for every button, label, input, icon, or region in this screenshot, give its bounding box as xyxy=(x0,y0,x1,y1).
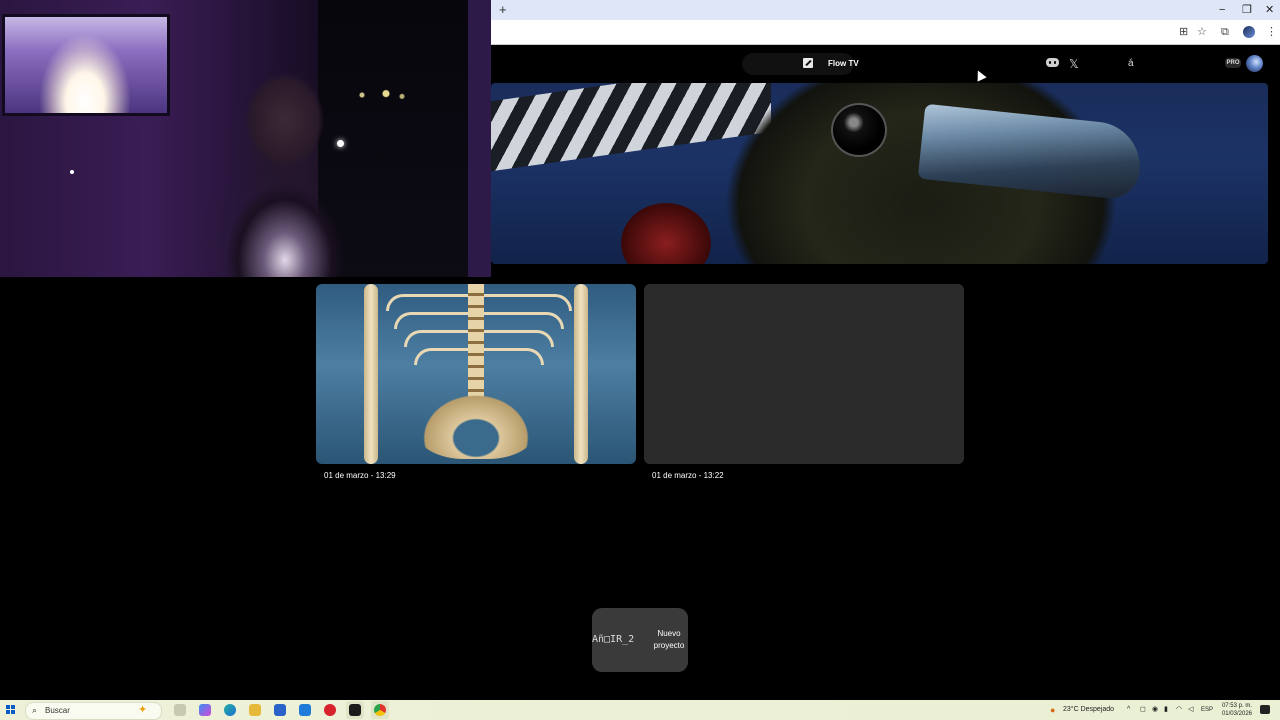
mail-icon[interactable] xyxy=(299,704,311,716)
chrome-icon[interactable] xyxy=(374,704,386,716)
app-title: Flow TV xyxy=(828,59,859,68)
tray-chevron-icon[interactable]: ^ xyxy=(1127,705,1130,715)
accent-icon[interactable]: á xyxy=(1128,57,1134,71)
clock[interactable]: 07:53 p. m. 01/03/2026 xyxy=(1218,702,1252,718)
extensions-icon[interactable]: ⧉ xyxy=(1221,25,1229,39)
hero-banner-image xyxy=(491,83,1268,264)
bookmark-star-icon[interactable]: ☆ xyxy=(1197,25,1207,39)
pro-badge: PRO xyxy=(1225,58,1241,68)
close-icon[interactable]: ✕ xyxy=(1265,3,1274,17)
file-explorer-icon[interactable] xyxy=(249,704,261,716)
project-card-thumbnail[interactable] xyxy=(644,284,964,464)
browser-tab-bar: + − ❐ ✕ xyxy=(491,0,1280,20)
battery-icon[interactable]: ▮ xyxy=(1164,705,1168,715)
notifications-icon[interactable] xyxy=(1260,705,1270,714)
weather-text[interactable]: 23°C Despejado xyxy=(1063,705,1114,715)
opera-icon[interactable] xyxy=(324,704,336,716)
x-icon[interactable]: 𝕏 xyxy=(1069,57,1079,71)
volume-icon[interactable]: ◁ xyxy=(1188,705,1193,715)
task-view-icon[interactable] xyxy=(174,704,186,716)
start-icon[interactable] xyxy=(6,705,16,715)
project-date: 01 de marzo - 13:22 xyxy=(652,471,724,480)
weather-icon: ● xyxy=(1050,705,1056,715)
obs-icon[interactable] xyxy=(349,704,361,716)
wifi-icon[interactable]: ◠ xyxy=(1176,705,1182,715)
user-avatar[interactable] xyxy=(1246,55,1263,72)
webcam-tv-fireplace xyxy=(2,14,170,116)
clock-date: 01/03/2026 xyxy=(1221,711,1252,717)
minimize-icon[interactable]: − xyxy=(1219,3,1225,17)
tray-app-icon[interactable]: ◻ xyxy=(1140,705,1146,715)
search-placeholder: Buscar xyxy=(45,706,70,715)
windows-taskbar: ⌕ Buscar ✦ ● 23°C Despejado ^ ◻ ◉ ▮ ◠ ◁ … xyxy=(0,700,1280,720)
store-icon[interactable] xyxy=(274,704,286,716)
webcam-overlay xyxy=(0,0,491,277)
copilot-icon: ✦ xyxy=(138,704,148,716)
translate-icon[interactable]: ⊞ xyxy=(1179,25,1188,39)
clock-time: 07:53 p. m. xyxy=(1221,703,1252,709)
browser-menu-icon[interactable]: ⋮ xyxy=(1266,25,1277,39)
restore-icon[interactable]: ❐ xyxy=(1242,3,1252,17)
network-icon[interactable]: ◉ xyxy=(1152,705,1158,715)
new-project-glyph: Añ□IR_2 xyxy=(592,634,635,645)
search-icon: ⌕ xyxy=(32,705,38,715)
new-project-button[interactable]: Añ□IR_2 Nuevo proyecto xyxy=(592,608,688,672)
new-project-label: Nuevo proyecto xyxy=(653,629,685,650)
address-bar[interactable]: ⊞ ☆ ⧉ ⋮ xyxy=(491,20,1280,45)
edit-icon xyxy=(803,58,813,68)
new-tab-button[interactable]: + xyxy=(499,2,507,18)
edge-icon[interactable] xyxy=(224,704,236,716)
copilot-app-icon[interactable] xyxy=(199,704,211,716)
app-title-pill[interactable]: Flow TV xyxy=(742,53,859,75)
page-header: Flow TV 𝕏 á PRO xyxy=(491,44,1280,82)
webcam-person xyxy=(210,60,360,277)
browser-profile-avatar[interactable] xyxy=(1243,26,1255,38)
discord-icon[interactable] xyxy=(1046,58,1059,67)
project-card-thumbnail[interactable] xyxy=(316,284,636,464)
project-date: 01 de marzo - 13:29 xyxy=(324,471,396,480)
taskbar-search[interactable]: ⌕ Buscar ✦ xyxy=(25,702,162,720)
language-indicator[interactable]: ESP xyxy=(1201,705,1213,715)
